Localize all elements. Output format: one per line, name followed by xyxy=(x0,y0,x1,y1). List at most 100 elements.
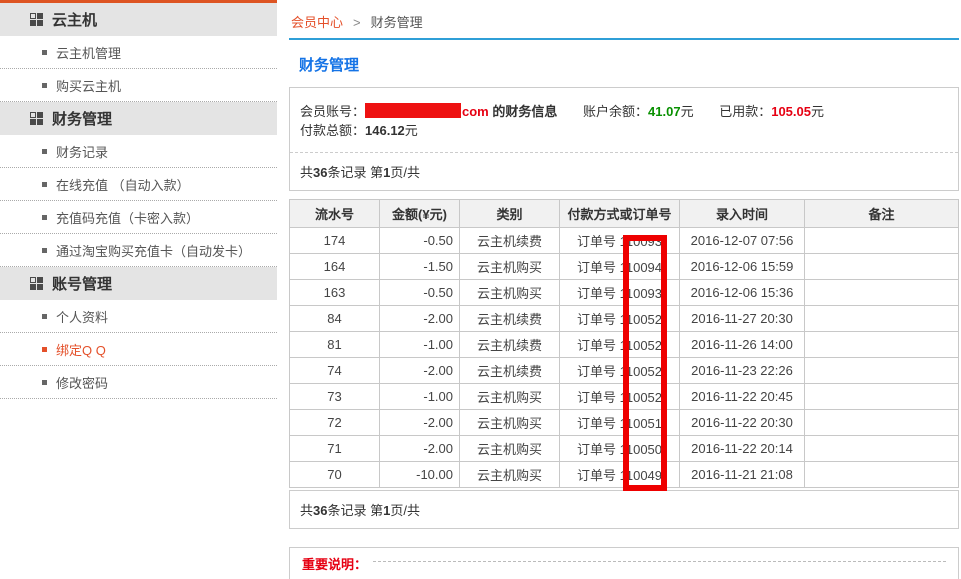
finance-info-box: 会员账号：com 的财务信息 账户余额：41.07元 已用款：105.05元 付… xyxy=(289,87,959,191)
table-cell xyxy=(805,306,959,332)
table-cell: 订单号 110094 xyxy=(560,254,680,280)
table-cell: 云主机购买 xyxy=(460,410,560,436)
table-cell xyxy=(805,410,959,436)
table-row: 74-2.00云主机续费订单号 1100522016-11-23 22:26 xyxy=(290,358,959,384)
table-cell: 云主机购买 xyxy=(460,384,560,410)
table-cell: 2016-12-06 15:59 xyxy=(680,254,805,280)
table-cell: 云主机购买 xyxy=(460,280,560,306)
finance-table-wrap: 流水号 金额(¥元) 类别 付款方式或订单号 录入时间 备注 174-0.50云… xyxy=(289,199,959,488)
account-balance: 账户余额：41.07元 xyxy=(583,104,694,119)
table-cell: 订单号 110093 xyxy=(560,228,680,254)
breadcrumb-home-link[interactable]: 会员中心 xyxy=(291,15,343,30)
table-cell xyxy=(805,436,959,462)
table-cell: 订单号 110049 xyxy=(560,462,680,488)
important-notice-box: 重要说明： ○ 若收到续费通知（包括电话、短信、邮件等），请登录我公司网站取得联… xyxy=(289,547,959,579)
breadcrumb-separator: > xyxy=(353,15,361,30)
dashed-divider xyxy=(373,561,946,562)
sidebar-item-label: 在线充值 （自动入款） xyxy=(56,175,190,194)
sidebar-item[interactable]: 通过淘宝购买充值卡（自动发卡） xyxy=(0,234,277,267)
table-cell: 174 xyxy=(290,228,380,254)
col-header-amount: 金额(¥元) xyxy=(380,200,460,228)
sidebar-item-label: 通过淘宝购买充值卡（自动发卡） xyxy=(56,241,251,260)
finance-table: 流水号 金额(¥元) 类别 付款方式或订单号 录入时间 备注 174-0.50云… xyxy=(289,199,959,488)
table-cell: -2.00 xyxy=(380,358,460,384)
breadcrumb-current: 财务管理 xyxy=(371,15,423,30)
table-row: 81-1.00云主机续费订单号 1100522016-11-26 14:00 xyxy=(290,332,959,358)
sidebar-item[interactable]: 充值码充值（卡密入款） xyxy=(0,201,277,234)
sidebar-item-label: 购买云主机 xyxy=(56,76,121,95)
bullet-icon xyxy=(42,314,47,319)
sidebar-item-label: 财务记录 xyxy=(56,142,108,161)
table-cell: 订单号 110052 xyxy=(560,306,680,332)
bullet-icon xyxy=(42,380,47,385)
table-cell: 订单号 110093 xyxy=(560,280,680,306)
col-header-serial: 流水号 xyxy=(290,200,380,228)
table-cell: 订单号 110052 xyxy=(560,358,680,384)
account-summary: 会员账号：com 的财务信息 账户余额：41.07元 已用款：105.05元 付… xyxy=(290,88,958,153)
table-cell: 订单号 110052 xyxy=(560,332,680,358)
sidebar-item[interactable]: 在线充值 （自动入款） xyxy=(0,168,277,201)
page-title: 财务管理 xyxy=(299,54,959,75)
table-cell: 订单号 110051 xyxy=(560,410,680,436)
section-header-label: 财务管理 xyxy=(52,108,112,129)
table-cell: -1.50 xyxy=(380,254,460,280)
table-cell: 订单号 110052 xyxy=(560,384,680,410)
table-cell: -1.00 xyxy=(380,384,460,410)
table-row: 73-1.00云主机购买订单号 1100522016-11-22 20:45 xyxy=(290,384,959,410)
col-header-category: 类别 xyxy=(460,200,560,228)
notice-title: 重要说明： xyxy=(302,554,367,573)
table-cell: 71 xyxy=(290,436,380,462)
table-row: 164-1.50云主机购买订单号 1100942016-12-06 15:59 xyxy=(290,254,959,280)
section-header-label: 账号管理 xyxy=(52,273,112,294)
finance-table-body: 174-0.50云主机续费订单号 1100932016-12-07 07:561… xyxy=(290,228,959,488)
sidebar-item[interactable]: 修改密码 xyxy=(0,366,277,399)
table-row: 84-2.00云主机续费订单号 1100522016-11-27 20:30 xyxy=(290,306,959,332)
sidebar-item-label: 云主机管理 xyxy=(56,43,121,62)
section-header-label: 云主机 xyxy=(52,9,97,30)
table-cell: 72 xyxy=(290,410,380,436)
table-cell: 2016-11-26 14:00 xyxy=(680,332,805,358)
pagination-bottom-box: 共36条记录 第1页/共 xyxy=(289,490,959,529)
table-row: 70-10.00云主机购买订单号 1100492016-11-21 21:08 xyxy=(290,462,959,488)
table-cell: -10.00 xyxy=(380,462,460,488)
col-header-note: 备注 xyxy=(805,200,959,228)
sidebar-item[interactable]: 购买云主机 xyxy=(0,69,277,102)
table-cell: 2016-11-22 20:45 xyxy=(680,384,805,410)
table-cell: 云主机续费 xyxy=(460,306,560,332)
table-cell: -0.50 xyxy=(380,228,460,254)
table-cell: 云主机购买 xyxy=(460,254,560,280)
table-cell: 84 xyxy=(290,306,380,332)
table-cell: 云主机购买 xyxy=(460,436,560,462)
table-cell: 70 xyxy=(290,462,380,488)
table-row: 71-2.00云主机购买订单号 1100502016-11-22 20:14 xyxy=(290,436,959,462)
table-row: 163-0.50云主机购买订单号 1100932016-12-06 15:36 xyxy=(290,280,959,306)
table-cell xyxy=(805,228,959,254)
table-cell: 云主机续费 xyxy=(460,332,560,358)
table-cell xyxy=(805,254,959,280)
sidebar-item[interactable]: 个人资料 xyxy=(0,300,277,333)
table-cell: 2016-12-07 07:56 xyxy=(680,228,805,254)
table-cell xyxy=(805,462,959,488)
sidebar-item[interactable]: 财务记录 xyxy=(0,135,277,168)
table-cell: -2.00 xyxy=(380,410,460,436)
sidebar-item[interactable]: 绑定Q Q xyxy=(0,333,277,366)
table-cell xyxy=(805,332,959,358)
bullet-icon xyxy=(42,149,47,154)
grid-icon xyxy=(30,277,43,290)
bullet-icon xyxy=(42,215,47,220)
sidebar-item-label: 充值码充值（卡密入款） xyxy=(56,208,199,227)
table-cell: 2016-11-22 20:14 xyxy=(680,436,805,462)
sidebar-item[interactable]: 云主机管理 xyxy=(0,36,277,69)
total-value: 146.12 xyxy=(365,123,405,138)
sidebar-section-header: 账号管理 xyxy=(0,267,277,300)
table-cell: 163 xyxy=(290,280,380,306)
table-row: 174-0.50云主机续费订单号 1100932016-12-07 07:56 xyxy=(290,228,959,254)
table-cell: -2.00 xyxy=(380,436,460,462)
table-cell: 2016-11-23 22:26 xyxy=(680,358,805,384)
table-cell: 云主机续费 xyxy=(460,228,560,254)
balance-value: 41.07 xyxy=(648,104,681,119)
bullet-icon xyxy=(42,50,47,55)
col-header-order: 付款方式或订单号 xyxy=(560,200,680,228)
pagination-bottom: 共36条记录 第1页/共 xyxy=(290,491,958,528)
table-cell: 2016-11-21 21:08 xyxy=(680,462,805,488)
